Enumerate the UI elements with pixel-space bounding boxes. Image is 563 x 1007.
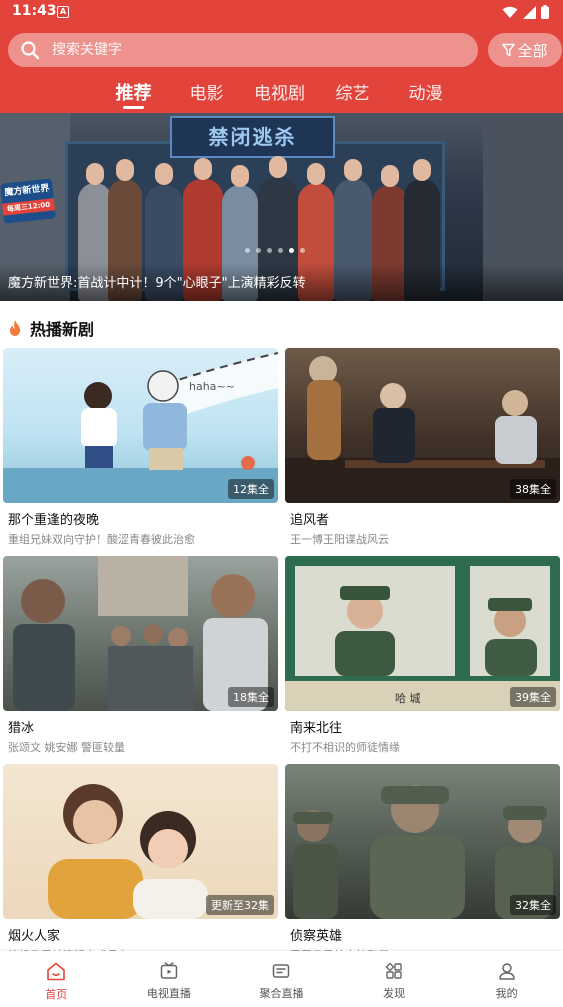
filter-all-label: 全部	[517, 41, 548, 60]
show-poster[interactable]: 更新至32集	[3, 764, 278, 919]
nav-label: 电视直播	[146, 987, 191, 1000]
show-poster[interactable]: 32集全	[285, 764, 560, 919]
filter-all-button[interactable]: 全部	[488, 33, 562, 67]
tab-label: 综艺	[335, 84, 370, 104]
tab-label: 电影	[189, 84, 224, 104]
section-header: 热播新剧	[7, 316, 94, 340]
status-time: 11:43	[12, 3, 57, 19]
carousel-dot[interactable]	[278, 248, 283, 253]
show-card[interactable]: haha~~ 12集全 那个重逢的夜晚 重组兄妹双向守护！酸涩青春彼此治愈	[3, 348, 278, 547]
show-title: 烟火人家	[8, 929, 61, 944]
home-icon	[47, 962, 66, 981]
carousel-dot-active[interactable]	[289, 248, 294, 253]
show-title: 侦察英雄	[290, 929, 343, 944]
nav-label: 发现	[383, 987, 406, 1000]
banner-sign: 禁闭逃杀	[170, 116, 335, 158]
nav-label: 首页	[45, 988, 68, 1001]
svg-text:哈 城: 哈 城	[395, 692, 421, 705]
show-card[interactable]: 32集全 侦察英雄 罗晋马思纯守护和平	[285, 764, 560, 963]
carousel-dot[interactable]	[256, 248, 261, 253]
search-input[interactable]	[52, 33, 462, 67]
tab-movie[interactable]: 电影	[170, 79, 243, 111]
episode-badge: 32集全	[510, 895, 556, 915]
show-card[interactable]: 18集全 猎冰 张颂文 姚安娜 警匪较量	[3, 556, 278, 755]
nav-tv-live[interactable]: 电视直播	[113, 951, 226, 1007]
tab-tv-series[interactable]: 电视剧	[243, 79, 316, 111]
category-tabs: 推荐 电影 电视剧 综艺 动漫	[97, 79, 462, 111]
show-card[interactable]: 38集全 追风者 王一博王阳谍战风云	[285, 348, 560, 547]
tab-label: 动漫	[408, 84, 443, 104]
banner-caption: 魔方新世界:首战计中计！9个"心眼子"上演精彩反转	[8, 276, 306, 291]
episode-badge: 12集全	[228, 479, 274, 499]
tab-label: 电视剧	[254, 84, 305, 104]
show-desc: 重组兄妹双向守护！酸涩青春彼此治愈	[8, 533, 195, 546]
tab-label: 推荐	[115, 83, 152, 104]
carousel-dots	[245, 248, 305, 253]
tab-anime[interactable]: 动漫	[389, 79, 462, 111]
fire-icon	[10, 320, 20, 336]
profile-icon	[498, 963, 515, 980]
section-title: 热播新剧	[30, 320, 95, 339]
episode-badge: 更新至32集	[206, 895, 274, 915]
episode-badge: 18集全	[228, 687, 274, 707]
nav-label: 聚合直播	[259, 987, 304, 1000]
nav-discover[interactable]: 发现	[338, 951, 451, 1007]
filter-icon	[502, 43, 516, 57]
notification-icon: A	[57, 6, 69, 18]
carousel-dot[interactable]	[300, 248, 305, 253]
status-bar: 11:43 A	[0, 0, 563, 26]
show-poster[interactable]: haha~~ 12集全	[3, 348, 278, 503]
bottom-nav: 首页 电视直播 聚合直播 发现 我的	[0, 951, 563, 1007]
search-icon	[21, 41, 40, 60]
show-poster[interactable]: 18集全	[3, 556, 278, 711]
tab-variety[interactable]: 综艺	[316, 79, 389, 111]
banner-carousel[interactable]: 禁闭逃杀 魔方新世界 每周三12:00 魔方新世界:首战计中计！9个"心眼子"上…	[0, 113, 563, 301]
carousel-dot[interactable]	[245, 248, 250, 253]
app-root: 11:43 A 搜索关键字 全部 推荐 电影 电视剧 综艺 动漫 禁闭逃杀 魔方…	[0, 0, 563, 1007]
show-card[interactable]: 更新至32集 烟火人家 徐帆马思纯演活中式母女	[3, 764, 278, 963]
show-title: 南来北往	[290, 721, 343, 736]
wifi-icon	[502, 6, 518, 18]
show-poster[interactable]: 哈 城 39集全	[285, 556, 560, 711]
show-poster[interactable]: 38集全	[285, 348, 560, 503]
show-title: 追风者	[290, 513, 330, 528]
status-icons	[502, 5, 549, 19]
show-title: 猎冰	[8, 721, 35, 736]
nav-home[interactable]: 首页	[0, 951, 113, 1007]
episode-badge: 38集全	[510, 479, 556, 499]
signal-icon	[523, 5, 536, 19]
carousel-dot[interactable]	[267, 248, 272, 253]
show-desc: 王一博王阳谍战风云	[290, 533, 389, 546]
search-box[interactable]	[8, 33, 478, 67]
nav-label: 我的	[495, 987, 518, 1000]
nav-profile[interactable]: 我的	[450, 951, 563, 1007]
episode-badge: 39集全	[510, 687, 556, 707]
battery-icon	[541, 5, 549, 19]
live-icon	[273, 964, 290, 978]
search-row: 全部	[8, 33, 563, 67]
tv-icon	[160, 962, 178, 979]
discover-icon	[385, 962, 402, 979]
show-desc: 不打不相识的师徒情缘	[290, 741, 400, 754]
show-desc: 张颂文 姚安娜 警匪较量	[8, 741, 125, 754]
nav-aggregate-live[interactable]: 聚合直播	[225, 951, 338, 1007]
show-title: 那个重逢的夜晚	[8, 513, 100, 528]
tab-recommend[interactable]: 推荐	[97, 79, 170, 111]
svg-text:haha~~: haha~~	[189, 380, 235, 393]
show-card[interactable]: 哈 城 39集全 南来北往 不打不相识的师徒情缘	[285, 556, 560, 755]
tab-active-indicator	[123, 106, 144, 109]
banner-show-logo: 魔方新世界 每周三12:00	[0, 178, 56, 224]
header: 11:43 A 搜索关键字 全部 推荐 电影 电视剧 综艺 动漫	[0, 0, 563, 113]
